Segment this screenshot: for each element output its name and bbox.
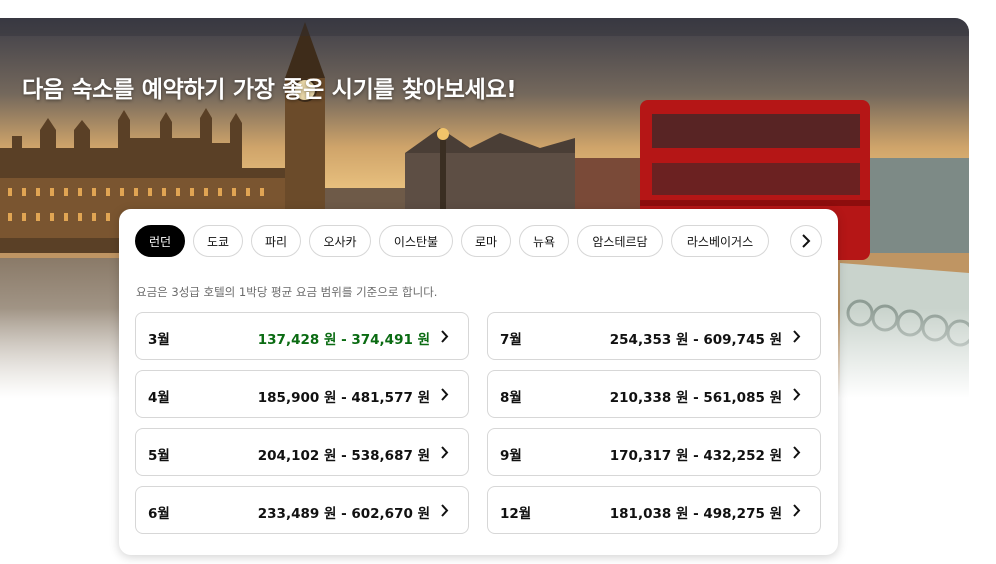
chevron-right-icon	[441, 388, 449, 401]
month-item-july[interactable]: 7월 254,353 원 - 609,745 원	[487, 312, 821, 360]
chevron-right-icon	[441, 330, 449, 343]
month-item-august[interactable]: 8월 210,338 원 - 561,085 원	[487, 370, 821, 418]
tab-istanbul[interactable]: 이스탄불	[379, 225, 453, 257]
price-range: 185,900 원 - 481,577 원	[257, 390, 430, 406]
tab-london[interactable]: 런던	[135, 225, 185, 257]
price-range: 181,038 원 - 498,275 원	[609, 506, 782, 522]
pricing-note: 요금은 3성급 호텔의 1박당 평균 요금 범위를 기준으로 합니다.	[136, 285, 438, 299]
chevron-right-icon	[793, 388, 801, 401]
month-label: 6월	[148, 506, 170, 522]
price-range: 210,338 원 - 561,085 원	[609, 390, 782, 406]
tab-paris[interactable]: 파리	[251, 225, 301, 257]
tab-new-york[interactable]: 뉴욕	[519, 225, 569, 257]
price-range-lowest: 137,428 원 - 374,491 원	[257, 332, 430, 348]
city-tabs: 런던 도쿄 파리 오사카 이스탄불 로마 뉴욕 암스테르담 라스베이거스	[135, 225, 825, 259]
month-label: 5월	[148, 448, 170, 464]
month-label: 4월	[148, 390, 170, 406]
month-label: 12월	[500, 506, 532, 522]
price-calendar-card: 런던 도쿄 파리 오사카 이스탄불 로마 뉴욕 암스테르담 라스베이거스 요금은…	[119, 209, 838, 555]
page-title: 다음 숙소를 예약하기 가장 좋은 시기를 찾아보세요!	[22, 77, 517, 103]
tabs-next-button[interactable]	[790, 225, 822, 257]
tab-amsterdam[interactable]: 암스테르담	[577, 225, 663, 257]
chevron-right-icon	[793, 446, 801, 459]
price-range: 233,489 원 - 602,670 원	[257, 506, 430, 522]
chevron-right-icon	[793, 330, 801, 343]
month-item-december[interactable]: 12월 181,038 원 - 498,275 원	[487, 486, 821, 534]
month-label: 3월	[148, 332, 170, 348]
chevron-right-icon	[802, 234, 811, 248]
tab-osaka[interactable]: 오사카	[309, 225, 371, 257]
tab-las-vegas[interactable]: 라스베이거스	[671, 225, 769, 257]
month-label: 7월	[500, 332, 522, 348]
month-item-may[interactable]: 5월 204,102 원 - 538,687 원	[135, 428, 469, 476]
chevron-right-icon	[441, 504, 449, 517]
tab-rome[interactable]: 로마	[461, 225, 511, 257]
month-item-april[interactable]: 4월 185,900 원 - 481,577 원	[135, 370, 469, 418]
month-item-september[interactable]: 9월 170,317 원 - 432,252 원	[487, 428, 821, 476]
price-range: 204,102 원 - 538,687 원	[257, 448, 430, 464]
month-label: 8월	[500, 390, 522, 406]
month-item-march[interactable]: 3월 137,428 원 - 374,491 원	[135, 312, 469, 360]
tab-tokyo[interactable]: 도쿄	[193, 225, 243, 257]
month-item-june[interactable]: 6월 233,489 원 - 602,670 원	[135, 486, 469, 534]
price-range: 170,317 원 - 432,252 원	[609, 448, 782, 464]
chevron-right-icon	[441, 446, 449, 459]
price-range: 254,353 원 - 609,745 원	[609, 332, 782, 348]
chevron-right-icon	[793, 504, 801, 517]
month-label: 9월	[500, 448, 522, 464]
